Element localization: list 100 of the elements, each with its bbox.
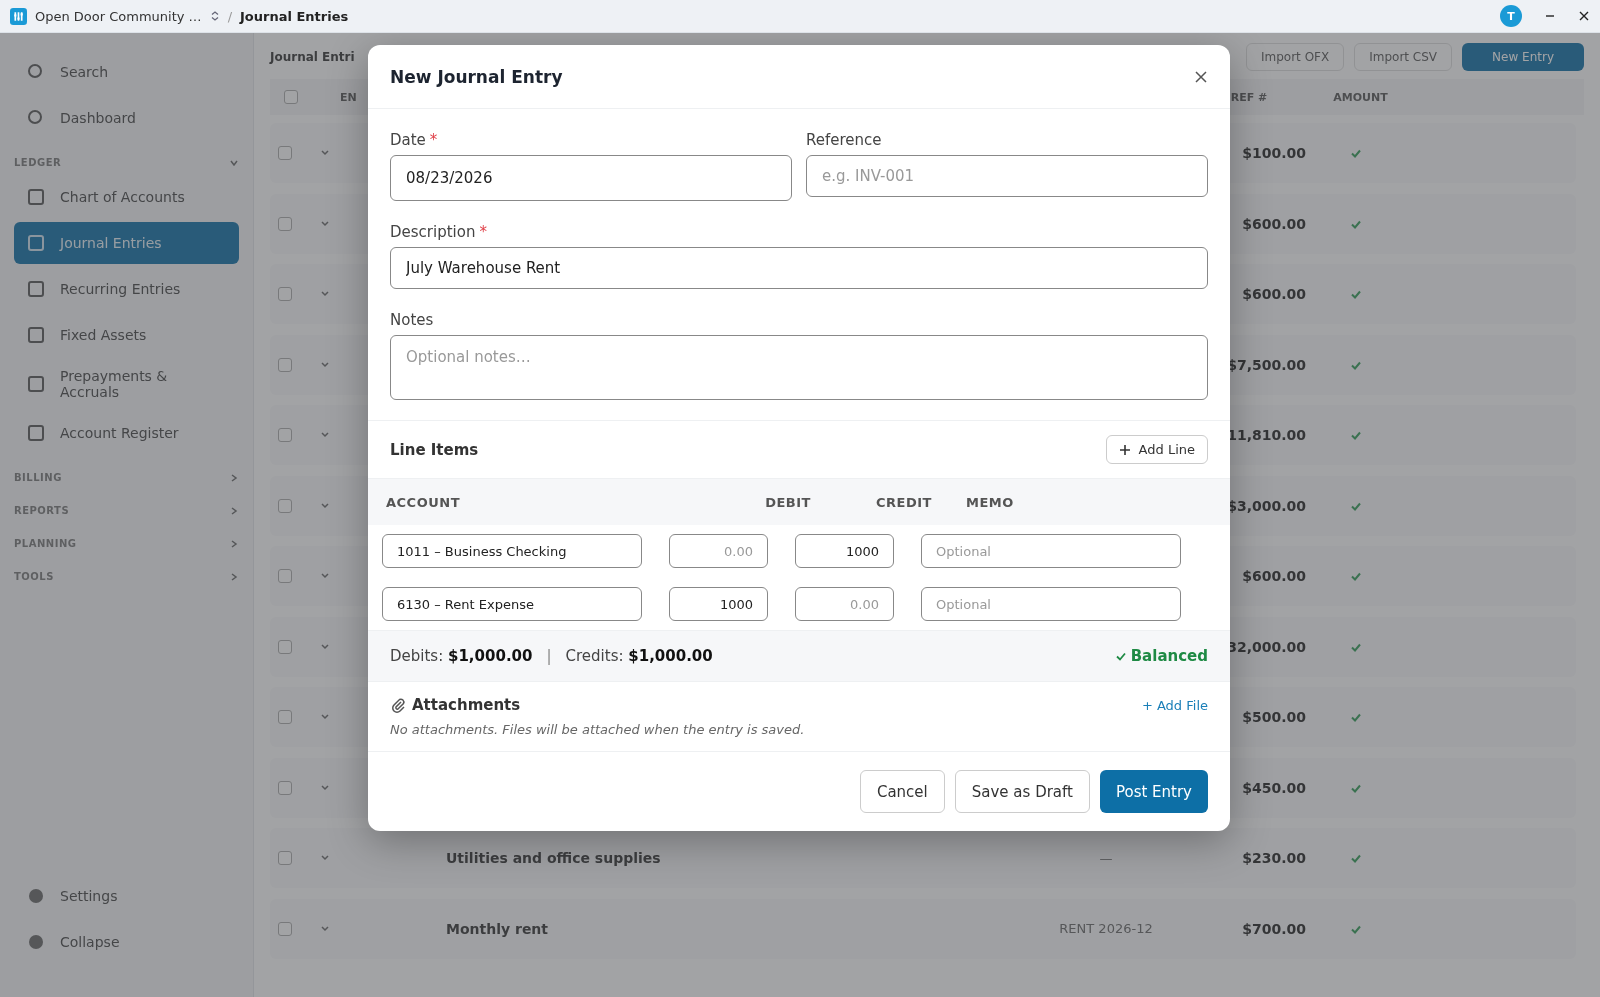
- sidebar-item[interactable]: Account Register: [14, 412, 239, 454]
- checkbox[interactable]: [278, 851, 292, 865]
- caret-icon[interactable]: [320, 923, 330, 934]
- sidebar-icon: [26, 325, 46, 345]
- checkbox[interactable]: [278, 710, 292, 724]
- sidebar-item[interactable]: Recurring Entries: [14, 268, 239, 310]
- chevron-icon[interactable]: [229, 538, 239, 549]
- checkbox[interactable]: [278, 569, 292, 583]
- dialog-button[interactable]: Save as Draft: [954, 770, 1090, 813]
- toolbar-button[interactable]: New Entry: [1462, 43, 1584, 71]
- workspace-name[interactable]: Open Door Community …: [35, 8, 202, 24]
- caret-icon[interactable]: [320, 712, 330, 722]
- checkbox[interactable]: [278, 287, 292, 301]
- user-avatar[interactable]: T: [1500, 5, 1522, 27]
- add-file-link[interactable]: + Add File: [1141, 697, 1208, 713]
- sidebar-icon: [26, 886, 46, 906]
- chevron-icon[interactable]: [229, 472, 239, 483]
- app-logo-icon: [10, 7, 27, 25]
- toolbar-button[interactable]: Import OFX: [1246, 43, 1345, 71]
- credit-field[interactable]: 1000: [795, 534, 894, 568]
- check-icon: [1114, 650, 1127, 662]
- table-cell-text: $600.00: [1241, 215, 1306, 232]
- table-cell-text: $500.00: [1241, 709, 1306, 725]
- section-title: Line Items: [390, 440, 479, 459]
- table-cell: Monthly rent: [446, 920, 549, 937]
- column-header: DEBIT: [764, 494, 812, 510]
- close-icon[interactable]: [1578, 10, 1590, 22]
- checkbox[interactable]: [278, 428, 292, 442]
- checkbox[interactable]: [278, 146, 292, 160]
- sidebar-icon: [26, 374, 46, 394]
- sidebar-icon: [26, 932, 46, 952]
- section-label: PLANNING: [14, 538, 77, 549]
- separator: |: [546, 647, 552, 665]
- sidebar-item[interactable]: Chart of Accounts: [14, 176, 239, 218]
- close-icon[interactable]: [1194, 69, 1208, 84]
- description-field[interactable]: July Warehouse Rent: [390, 247, 1208, 289]
- checkbox[interactable]: [278, 780, 292, 795]
- sidebar-item[interactable]: Search: [14, 51, 239, 93]
- column-header: MEMO: [965, 494, 1014, 510]
- field-label: Description: [390, 223, 476, 241]
- debit-field[interactable]: 1000: [669, 587, 768, 621]
- checkbox[interactable]: [284, 90, 298, 104]
- chevron-updown-icon[interactable]: [209, 10, 220, 22]
- section-label: LEDGER: [14, 157, 62, 168]
- add-line-button[interactable]: Add Line: [1105, 435, 1208, 464]
- table-cell-text: $600.00: [1241, 286, 1306, 302]
- sidebar-icon: [26, 423, 46, 443]
- checkbox[interactable]: [278, 921, 292, 936]
- checkbox[interactable]: [278, 216, 292, 231]
- caret-icon[interactable]: [320, 289, 330, 299]
- debit-field[interactable]: 0.00: [669, 534, 768, 568]
- caret-icon[interactable]: [320, 218, 330, 229]
- credits-total: Credits: $1,000.00: [565, 647, 713, 665]
- column-header: CREDIT: [875, 494, 933, 510]
- sidebar-icon: [26, 279, 46, 299]
- column-header: AMOUNT: [1333, 90, 1388, 104]
- date-field[interactable]: 08/23/2026: [390, 155, 792, 201]
- caret-icon[interactable]: [320, 641, 330, 652]
- caret-icon[interactable]: [320, 853, 330, 863]
- account-field[interactable]: 1011 – Business Checking: [382, 534, 642, 568]
- section-label: TOOLS: [14, 571, 54, 582]
- page-title: Journal Entri: [270, 50, 355, 64]
- caret-icon[interactable]: [320, 359, 330, 370]
- required-mark: *: [479, 223, 487, 241]
- caret-icon[interactable]: [320, 430, 330, 440]
- sidebar-item[interactable]: Prepayments & Accruals: [14, 360, 239, 408]
- field-label: Reference: [806, 131, 882, 149]
- credit-field[interactable]: 0.00: [795, 587, 894, 621]
- memo-field[interactable]: Optional: [921, 587, 1181, 621]
- checkbox[interactable]: [278, 357, 292, 372]
- chevron-icon[interactable]: [229, 505, 239, 516]
- sidebar-item[interactable]: Dashboard: [14, 97, 239, 139]
- caret-icon[interactable]: [320, 571, 330, 581]
- table-cell-text: $100.00: [1241, 145, 1306, 161]
- reference-field[interactable]: e.g. INV-001: [806, 155, 1208, 197]
- sidebar-item[interactable]: Fixed Assets: [14, 314, 239, 356]
- dialog-button[interactable]: Cancel: [859, 770, 945, 813]
- breadcrumb-page: Journal Entries: [240, 8, 349, 24]
- table-cell-text: 32,000.00: [1226, 638, 1306, 655]
- dialog-button[interactable]: Post Entry: [1099, 770, 1208, 813]
- memo-field[interactable]: Optional: [921, 534, 1181, 568]
- notes-field[interactable]: Optional notes…: [390, 335, 1208, 400]
- caret-icon[interactable]: [320, 148, 330, 158]
- account-field[interactable]: 6130 – Rent Expense: [382, 587, 642, 621]
- field-label: Date: [390, 131, 426, 149]
- paperclip-icon: [390, 697, 406, 713]
- table-cell-text: 11,810.00: [1226, 427, 1306, 443]
- caret-icon[interactable]: [320, 782, 330, 793]
- sidebar-item[interactable]: Collapse: [14, 921, 239, 963]
- caret-icon[interactable]: [320, 500, 330, 511]
- checkbox[interactable]: [278, 639, 292, 654]
- toolbar-button[interactable]: Import CSV: [1354, 43, 1453, 71]
- checkbox[interactable]: [278, 498, 292, 513]
- section-label: BILLING: [14, 472, 62, 483]
- sidebar-item[interactable]: Journal Entries: [14, 222, 239, 264]
- table-cell: RENT 2026-12: [1059, 921, 1153, 936]
- sidebar-item[interactable]: Settings: [14, 875, 239, 917]
- chevron-icon[interactable]: [229, 571, 239, 582]
- sidebar-icon: [26, 233, 46, 253]
- table-cell-text: $450.00: [1241, 779, 1306, 796]
